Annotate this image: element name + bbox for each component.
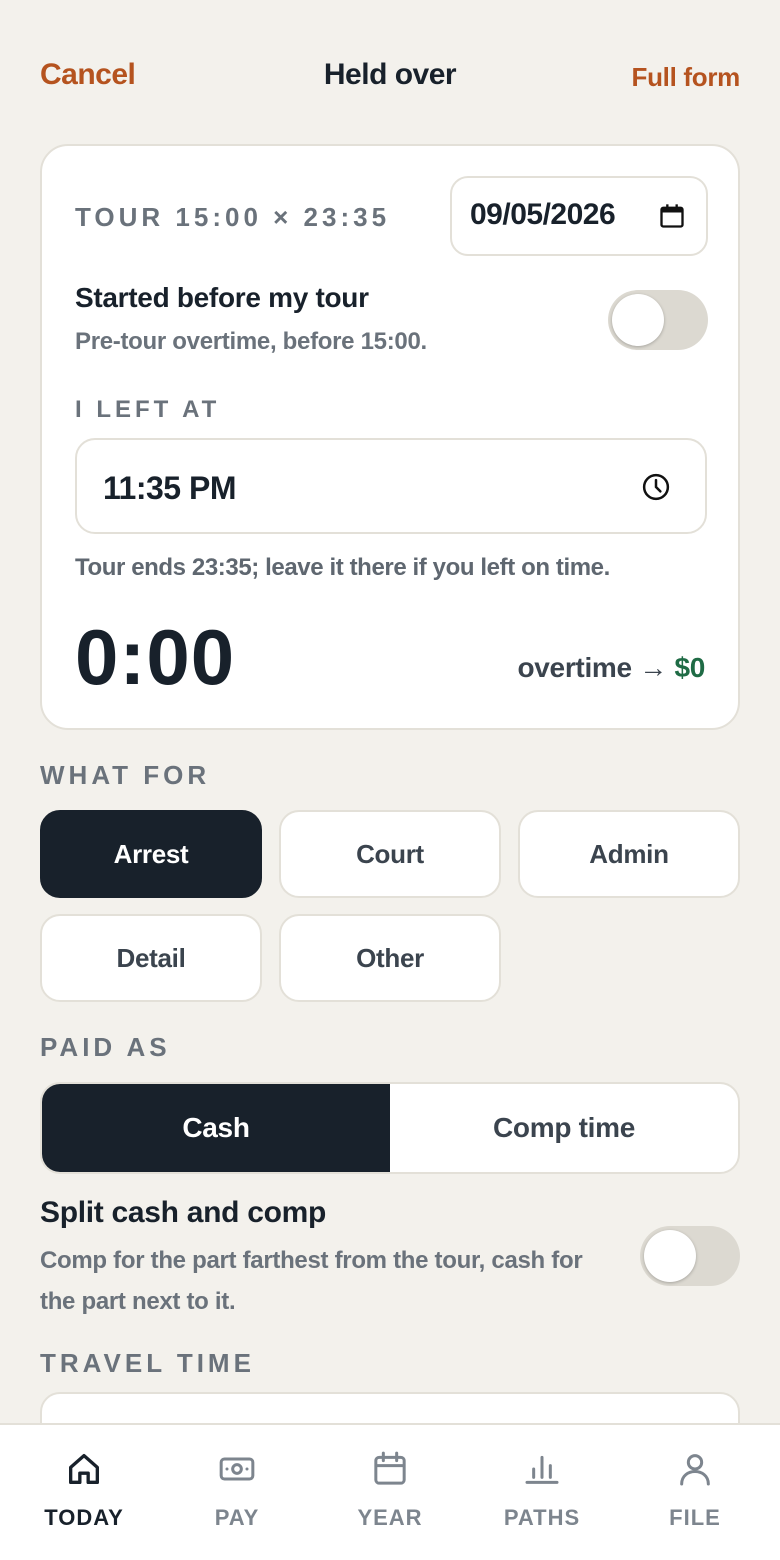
nav-label-paths: PATHS bbox=[503, 1505, 581, 1530]
nav-label-today: TODAY bbox=[44, 1505, 124, 1530]
bottom-nav: TODAY PAY YEAR PATHS FILE bbox=[0, 1423, 780, 1560]
left-at-time-input[interactable]: 11:35 PM bbox=[75, 438, 707, 534]
what-for-label: WHAT FOR bbox=[40, 760, 211, 790]
toggle-knob bbox=[644, 1230, 696, 1282]
left-at-label: I LEFT AT bbox=[75, 396, 221, 423]
paid-as-cash[interactable]: Cash bbox=[42, 1084, 390, 1172]
reason-chip-detail[interactable]: Detail bbox=[40, 914, 262, 1002]
overtime-summary: overtime → $0 bbox=[517, 652, 705, 684]
date-input[interactable]: 09/05/2026 bbox=[450, 176, 708, 256]
clock-icon[interactable] bbox=[641, 472, 671, 502]
nav-item-year[interactable]: YEAR bbox=[330, 1449, 450, 1531]
split-subtitle: Comp for the part farthest from the tour… bbox=[40, 1247, 583, 1315]
bar-chart-icon bbox=[525, 1455, 559, 1484]
cash-icon bbox=[219, 1457, 255, 1481]
tour-label: TOUR 15:00 × 23:35 bbox=[75, 202, 391, 232]
held-over-card: TOUR 15:00 × 23:35 09/05/2026 Started be… bbox=[40, 144, 740, 730]
tour-end-hint: Tour ends 23:35; leave it there if you l… bbox=[75, 554, 610, 581]
calendar-icon[interactable] bbox=[658, 202, 686, 230]
started-before-title: Started before my tour bbox=[75, 282, 369, 313]
nav-label-file: FILE bbox=[669, 1505, 721, 1530]
date-value: 09/05/2026 bbox=[470, 198, 616, 231]
paid-as-label: PAID AS bbox=[40, 1032, 171, 1062]
reason-chip-admin[interactable]: Admin bbox=[518, 810, 740, 898]
reason-chip-court[interactable]: Court bbox=[279, 810, 501, 898]
overtime-duration: 0:00 bbox=[75, 613, 236, 701]
toggle-knob bbox=[612, 294, 664, 346]
overtime-amount: $0 bbox=[674, 652, 705, 683]
split-title: Split cash and comp bbox=[40, 1196, 327, 1229]
nav-item-today[interactable]: TODAY bbox=[24, 1449, 144, 1531]
nav-item-file[interactable]: FILE bbox=[635, 1449, 755, 1531]
reason-chip-arrest[interactable]: Arrest bbox=[40, 810, 262, 898]
person-icon bbox=[680, 1454, 710, 1486]
paid-as-comp-time[interactable]: Comp time bbox=[390, 1084, 738, 1172]
overtime-prefix: overtime → bbox=[517, 652, 667, 683]
started-before-toggle[interactable] bbox=[608, 290, 708, 350]
header: Cancel Held over Full form bbox=[40, 52, 740, 102]
home-icon bbox=[69, 1454, 100, 1484]
left-at-time-value: 11:35 PM bbox=[103, 470, 236, 506]
paid-as-segmented: Cash Comp time bbox=[40, 1082, 740, 1174]
started-before-subtitle: Pre-tour overtime, before 15:00. bbox=[75, 328, 427, 355]
nav-item-paths[interactable]: PATHS bbox=[482, 1449, 602, 1531]
nav-item-pay[interactable]: PAY bbox=[177, 1449, 297, 1531]
split-toggle[interactable] bbox=[640, 1226, 740, 1286]
full-form-button[interactable]: Full form bbox=[631, 62, 740, 93]
travel-time-label: TRAVEL TIME bbox=[40, 1348, 255, 1378]
reason-chip-other[interactable]: Other bbox=[279, 914, 501, 1002]
nav-label-year: YEAR bbox=[357, 1505, 423, 1530]
calendar-icon bbox=[374, 1451, 406, 1485]
nav-label-pay: PAY bbox=[214, 1505, 260, 1530]
